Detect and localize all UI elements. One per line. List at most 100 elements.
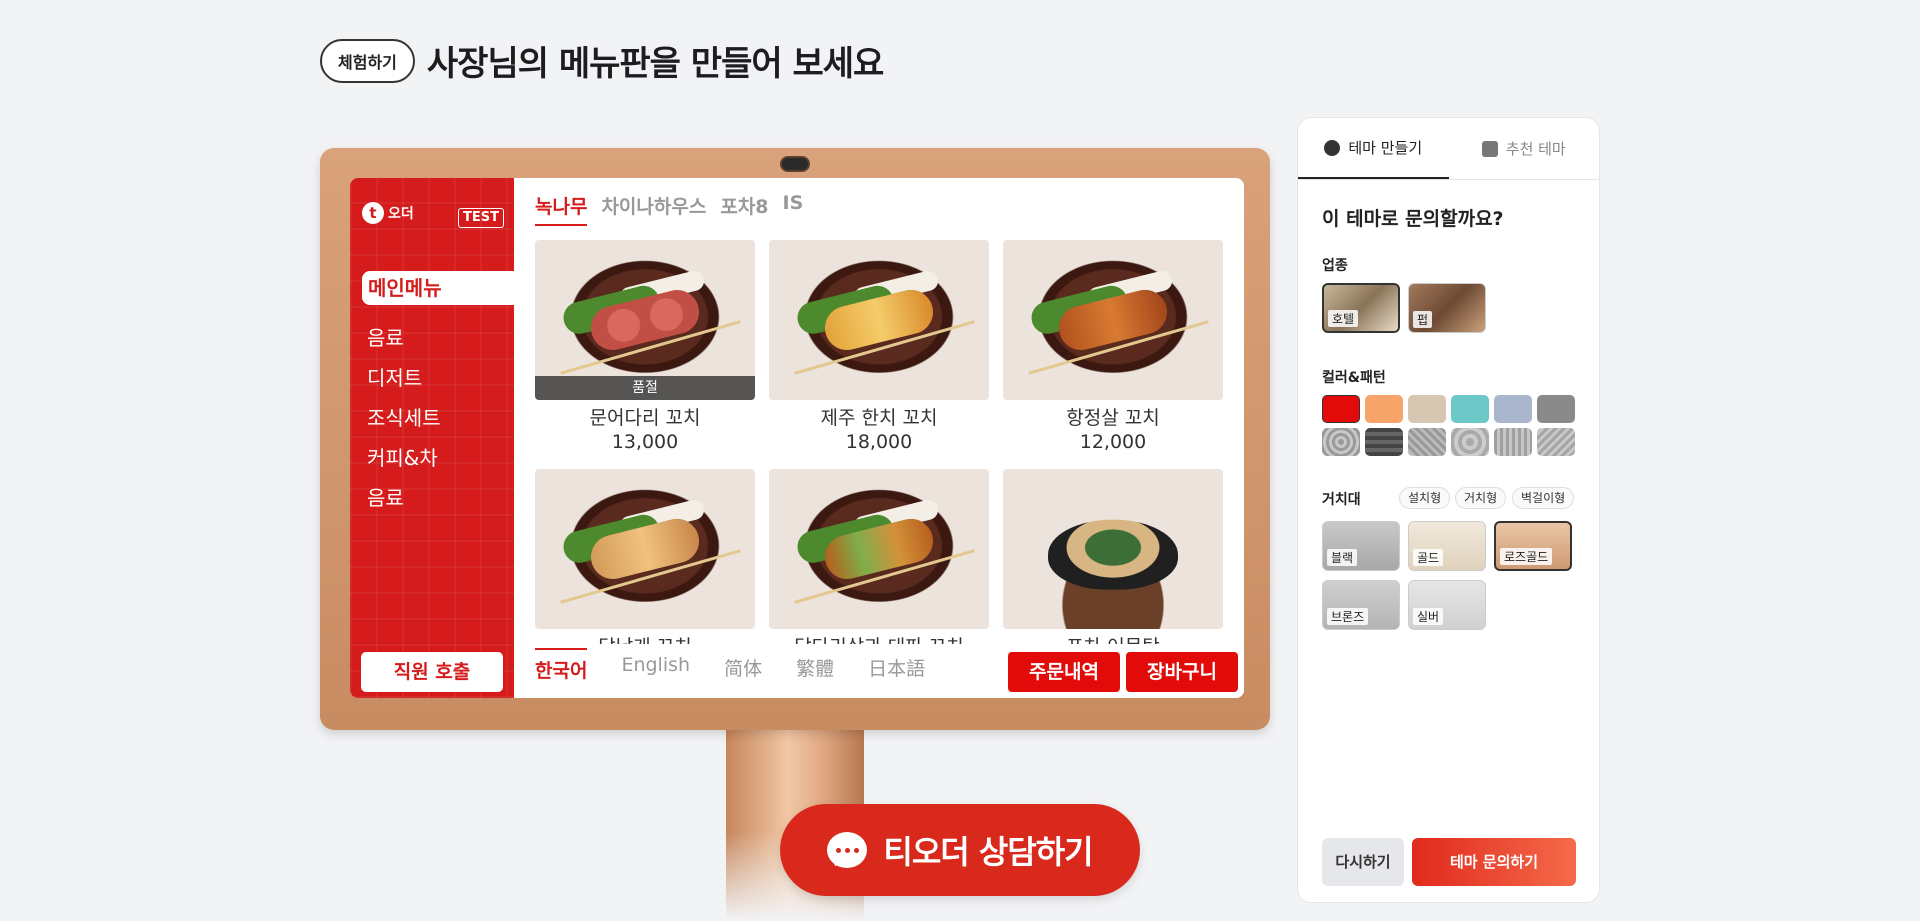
page-header: 체험하기 사장님의 메뉴판을 만들어 보세요	[320, 36, 884, 85]
store-tab[interactable]: 차이나하우스	[601, 192, 706, 226]
menu-name: 제주 한치 꼬치	[820, 407, 938, 429]
tab-label: 테마 만들기	[1348, 139, 1423, 157]
order-history-button[interactable]: 주문내역	[1008, 652, 1120, 692]
industry-label-text: 펍	[1413, 311, 1433, 328]
language-option[interactable]: English	[621, 654, 690, 687]
menu-name: 포차 어묵탕	[1003, 635, 1223, 644]
menu-price: 12,000	[1079, 431, 1147, 453]
reset-button[interactable]: 다시하기	[1322, 838, 1404, 886]
color-swatch[interactable]	[1494, 395, 1532, 423]
language-option[interactable]: 한국어	[535, 648, 588, 687]
menu-image	[1003, 469, 1223, 629]
brand-name: 오더	[388, 206, 414, 222]
soldout-label: 품절	[535, 376, 755, 400]
stand-label-text: 브론즈	[1327, 608, 1369, 625]
language-option[interactable]: 日本語	[868, 654, 925, 687]
language-option[interactable]: 繁體	[796, 654, 834, 687]
stand-type-chip[interactable]: 벽걸이형	[1512, 487, 1575, 509]
menu-card[interactable]: 닭다리살과 대파 꼬치	[769, 469, 989, 644]
menu-name: 문어다리 꼬치	[589, 407, 701, 429]
category-item[interactable]: 음료	[367, 318, 441, 358]
stand-type-chip[interactable]: 설치형	[1399, 487, 1451, 509]
industry-hotel[interactable]: 호텔	[1322, 283, 1400, 333]
stand-label: 거치대	[1322, 492, 1361, 508]
stand-rose-gold[interactable]: 로즈골드	[1494, 521, 1572, 571]
language-tabs: 한국어 English 简体 繁體 日本語	[535, 648, 925, 687]
brand-logo: t 오더	[362, 202, 414, 224]
pattern-swatch[interactable]	[1408, 428, 1446, 456]
category-item[interactable]: 음료	[367, 478, 441, 518]
language-option[interactable]: 简体	[724, 654, 762, 687]
store-tab[interactable]: IS	[783, 192, 804, 226]
test-badge: TEST	[458, 208, 504, 228]
consult-label: 티오더 상담하기	[883, 833, 1093, 871]
menu-card[interactable]: 품절 문어다리 꼬치 13,000	[535, 240, 755, 454]
industry-label: 업종	[1322, 258, 1348, 274]
menu-name: 닭날개 꼬치	[535, 635, 755, 644]
category-item[interactable]: 커피&차	[367, 438, 441, 478]
theme-panel: 테마 만들기 추천 테마 이 테마로 문의할까요? 업종 호텔 펍 컬러&패턴 …	[1297, 117, 1600, 903]
camera-icon	[780, 156, 810, 172]
stand-black[interactable]: 블랙	[1322, 521, 1400, 571]
stand-silver[interactable]: 실버	[1408, 580, 1486, 630]
tab-label: 추천 테마	[1505, 140, 1566, 158]
stand-type-chip[interactable]: 거치형	[1455, 487, 1507, 509]
color-swatch[interactable]	[1365, 395, 1403, 423]
panel-tabs: 테마 만들기 추천 테마	[1298, 118, 1599, 180]
stand-label-text: 골드	[1413, 549, 1444, 566]
stand-label-text: 로즈골드	[1500, 548, 1553, 565]
store-tab[interactable]: 포차8	[720, 192, 768, 226]
color-swatch[interactable]	[1322, 395, 1360, 423]
menu-image: 품절	[535, 240, 755, 400]
theme-inquiry-button[interactable]: 테마 문의하기	[1412, 838, 1576, 886]
pattern-swatch[interactable]	[1365, 428, 1403, 456]
category-item[interactable]: 조식세트	[367, 398, 441, 438]
stand-label-text: 실버	[1413, 608, 1444, 625]
menu-image	[769, 240, 989, 400]
page-title: 사장님의 메뉴판을 만들어 보세요	[426, 44, 884, 84]
staff-call-button[interactable]: 직원 호출	[361, 652, 503, 692]
menu-price: 13,000	[611, 431, 679, 453]
kiosk-device: t 오더 TEST 메인메뉴 음료 디저트 조식세트 커피&차 음료 직원 호출…	[320, 148, 1270, 730]
chat-bubble-icon	[827, 832, 868, 868]
kiosk-screen: t 오더 TEST 메인메뉴 음료 디저트 조식세트 커피&차 음료 직원 호출…	[350, 178, 1244, 698]
stand-label-text: 블랙	[1327, 549, 1358, 566]
store-tabs: 녹나무 차이나하우스 포차8 IS	[535, 192, 803, 226]
tab-recommended-theme[interactable]: 추천 테마	[1449, 118, 1600, 179]
color-swatch[interactable]	[1451, 395, 1489, 423]
color-pattern-label: 컬러&패턴	[1322, 370, 1386, 386]
menu-name: 항정살 꼬치	[1066, 407, 1160, 429]
stand-gold[interactable]: 골드	[1408, 521, 1486, 571]
color-swatch[interactable]	[1408, 395, 1446, 423]
pattern-swatch[interactable]	[1494, 428, 1532, 456]
menu-card[interactable]: 포차 어묵탕	[1003, 469, 1223, 644]
pattern-swatch[interactable]	[1537, 428, 1575, 456]
menu-card[interactable]: 닭날개 꼬치	[535, 469, 755, 644]
pattern-swatch[interactable]	[1322, 428, 1360, 456]
category-sidebar: t 오더 TEST 메인메뉴 음료 디저트 조식세트 커피&차 음료 직원 호출	[350, 178, 514, 698]
pattern-swatch[interactable]	[1451, 428, 1489, 456]
menu-card[interactable]: 항정살 꼬치 12,000	[1003, 240, 1223, 454]
consult-button[interactable]: 티오더 상담하기	[780, 804, 1140, 896]
menu-grid: 품절 문어다리 꼬치 13,000 제주 한치 꼬치 18,000 항정살 꼬치…	[535, 240, 1223, 644]
palette-icon	[1324, 139, 1341, 156]
menu-card[interactable]: 제주 한치 꼬치 18,000	[769, 240, 989, 454]
industry-pub[interactable]: 펍	[1408, 283, 1486, 333]
menu-content: 녹나무 차이나하우스 포차8 IS 품절 문어다리 꼬치 13,000 제주 한…	[514, 178, 1244, 698]
store-tab[interactable]: 녹나무	[535, 192, 588, 226]
menu-price: 18,000	[845, 431, 913, 453]
stand-bronze[interactable]: 브론즈	[1322, 580, 1400, 630]
cart-button[interactable]: 장바구니	[1126, 652, 1238, 692]
t-logo-icon: t	[362, 202, 384, 224]
category-item[interactable]: 디저트	[367, 358, 441, 398]
panel-question: 이 테마로 문의할까요?	[1322, 208, 1504, 230]
menu-image	[769, 469, 989, 629]
stand-row: 거치대 설치형 거치형 벽걸이형	[1322, 487, 1582, 509]
industry-label-text: 호텔	[1328, 310, 1359, 327]
star-icon	[1481, 140, 1498, 157]
category-main-menu[interactable]: 메인메뉴	[362, 271, 514, 305]
color-swatch[interactable]	[1537, 395, 1575, 423]
menu-name: 닭다리살과 대파 꼬치	[769, 635, 989, 644]
category-list: 음료 디저트 조식세트 커피&차 음료	[367, 318, 441, 518]
tab-theme-create[interactable]: 테마 만들기	[1298, 118, 1449, 179]
